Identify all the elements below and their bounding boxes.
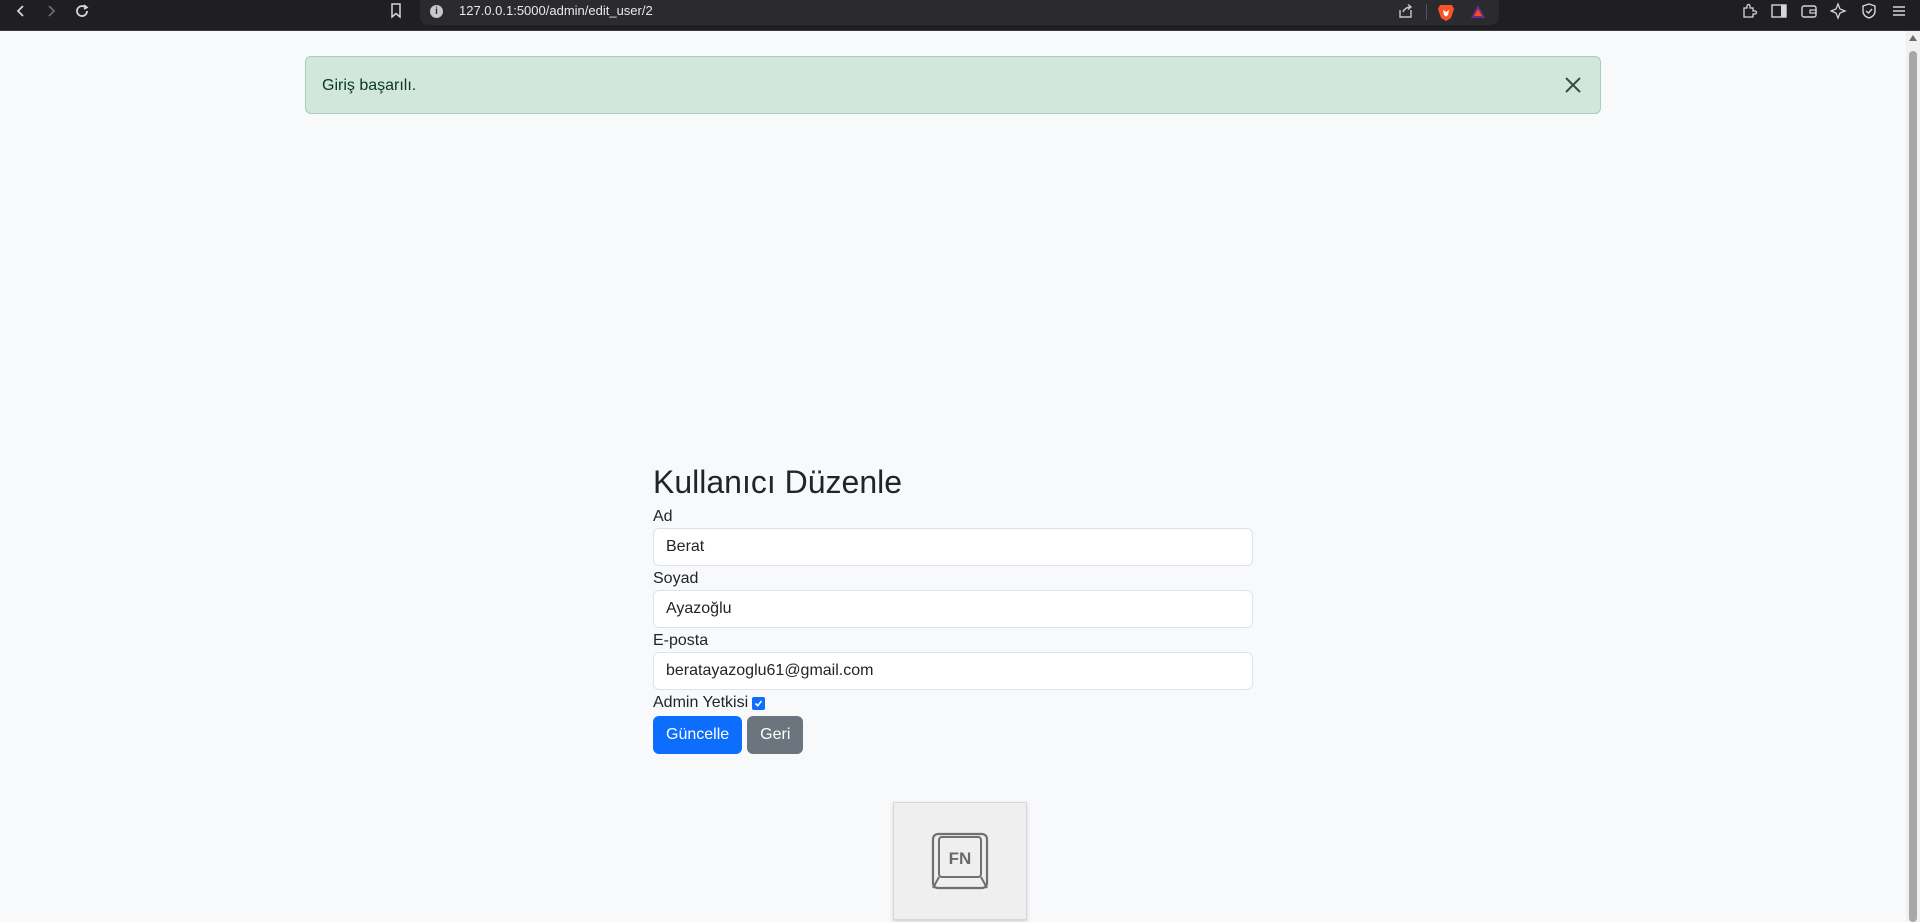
success-alert: Giriş başarılı. [305, 56, 1601, 114]
fn-key-text: FN [949, 849, 972, 868]
alert-message: Giriş başarılı. [322, 77, 417, 94]
rewards-triangle-icon[interactable] [1469, 3, 1487, 26]
edit-user-form: Kullanıcı Düzenle Ad Soyad E-posta Admin… [653, 460, 1253, 754]
keyboard-key-icon: FN [931, 832, 989, 890]
email-input[interactable] [653, 652, 1253, 690]
admin-checkbox[interactable] [752, 696, 766, 710]
fn-key-widget[interactable]: FN [893, 802, 1027, 920]
wallet-icon[interactable] [1798, 0, 1820, 22]
leo-ai-icon[interactable] [1828, 0, 1850, 22]
bookmark-icon[interactable] [385, 0, 407, 22]
reload-icon[interactable] [71, 0, 93, 22]
admin-row: Admin Yetkisi [653, 692, 1253, 714]
form-actions: Güncelle Geri [653, 716, 1253, 754]
last-name-label: Soyad [653, 570, 699, 587]
share-icon[interactable] [1397, 2, 1415, 25]
page-title: Kullanıcı Düzenle [653, 464, 903, 500]
first-name-input[interactable] [653, 528, 1253, 566]
browser-actions [1738, 0, 1910, 22]
page-scrollbar[interactable] [1906, 31, 1920, 922]
browser-toolbar: i 127.0.0.1:5000/admin/edit_user/2 [0, 0, 1920, 31]
first-name-label: Ad [653, 508, 673, 525]
update-button[interactable]: Güncelle [653, 716, 743, 754]
vpn-shield-icon[interactable] [1858, 0, 1880, 22]
separator [1426, 4, 1427, 20]
email-label: E-posta [653, 632, 709, 649]
site-info-icon[interactable]: i [430, 5, 443, 18]
url-text[interactable]: 127.0.0.1:5000/admin/edit_user/2 [459, 3, 653, 18]
check-icon [755, 699, 763, 707]
brave-shields-icon[interactable] [1437, 3, 1455, 27]
last-name-input[interactable] [653, 590, 1253, 628]
address-bar[interactable]: i 127.0.0.1:5000/admin/edit_user/2 [420, 0, 1499, 25]
menu-icon[interactable] [1888, 0, 1910, 22]
close-icon[interactable] [1560, 72, 1586, 98]
sidebar-icon[interactable] [1768, 0, 1790, 22]
back-button[interactable]: Geri [747, 716, 804, 754]
admin-label: Admin Yetkisi [653, 694, 749, 711]
back-icon[interactable] [10, 0, 32, 22]
forward-icon[interactable] [40, 0, 62, 22]
scroll-up-icon[interactable] [1909, 35, 1917, 41]
extensions-icon[interactable] [1738, 0, 1760, 22]
scrollbar-thumb[interactable] [1909, 51, 1917, 922]
